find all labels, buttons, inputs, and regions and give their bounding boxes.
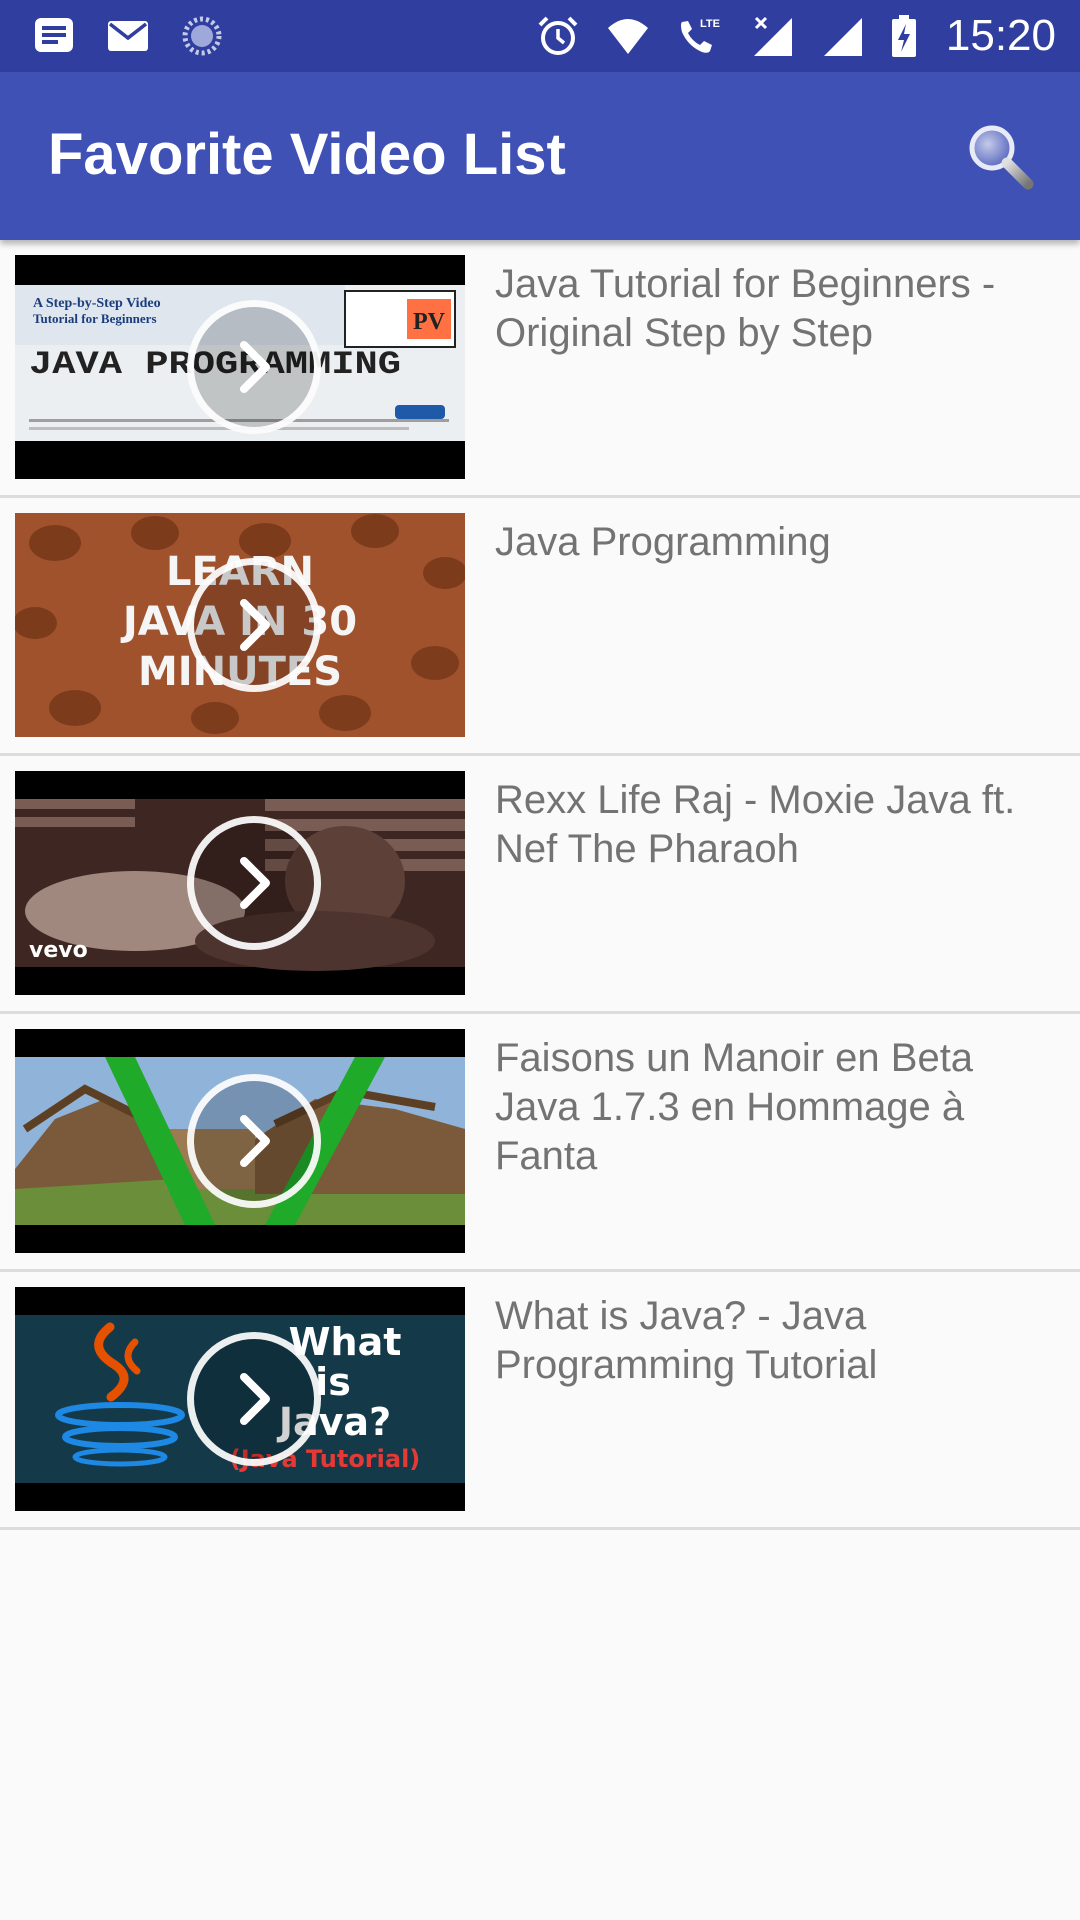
chevron-right-icon	[240, 341, 270, 393]
video-list-item[interactable]: What is Java? (Java Tutorial) What is Ja…	[0, 1272, 1080, 1530]
search-button[interactable]	[960, 116, 1040, 196]
video-list-item[interactable]: LEARN JAVA IN 30 MINUTES Java Programmin…	[0, 498, 1080, 756]
video-title[interactable]: Java Programming	[495, 518, 1055, 567]
play-button[interactable]	[187, 1074, 321, 1208]
status-time: 15:20	[945, 11, 1056, 60]
video-title[interactable]: Faisons un Manoir en Beta Java 1.7.3 en …	[495, 1034, 1055, 1181]
alarm-icon	[538, 16, 578, 55]
chevron-right-icon	[240, 599, 270, 651]
page-title: Favorite Video List	[48, 122, 566, 187]
wifi-icon	[607, 19, 648, 54]
search-icon	[969, 125, 1034, 190]
notification-list-icon	[35, 18, 73, 52]
video-list-item[interactable]: vevo Rexx Life Raj - Moxie Java ft. Nef …	[0, 756, 1080, 1014]
signal-icon	[823, 18, 862, 56]
status-bar: LTE 15:20	[0, 0, 1080, 72]
signal-x-icon	[753, 16, 792, 56]
play-button[interactable]	[187, 816, 321, 950]
video-thumbnail[interactable]: A Step-by-Step Video Tutorial for Beginn…	[15, 255, 465, 479]
chevron-right-icon	[240, 1115, 270, 1167]
video-title[interactable]: What is Java? - Java Programming Tutoria…	[495, 1292, 1055, 1390]
thumb-1-line2: Tutorial for Beginners	[33, 311, 157, 326]
video-thumbnail[interactable]: vevo	[15, 771, 465, 995]
lte-call-icon: LTE	[680, 18, 720, 53]
video-thumbnail[interactable]: LEARN JAVA IN 30 MINUTES	[15, 513, 465, 737]
sync-icon	[182, 16, 222, 56]
app-bar: Favorite Video List	[0, 72, 1080, 240]
thumb-1-line1: A Step-by-Step Video	[33, 296, 161, 311]
video-list-item[interactable]: A Step-by-Step Video Tutorial for Beginn…	[0, 240, 1080, 498]
video-thumbnail[interactable]	[15, 1029, 465, 1253]
play-button[interactable]	[187, 300, 321, 434]
video-list-item[interactable]: Faisons un Manoir en Beta Java 1.7.3 en …	[0, 1014, 1080, 1272]
thumb-1-badge: PV	[413, 309, 446, 335]
thumb-3-watermark: vevo	[29, 938, 88, 963]
video-title[interactable]: Rexx Life Raj - Moxie Java ft. Nef The P…	[495, 776, 1055, 874]
chevron-right-icon	[240, 857, 270, 909]
video-list: A Step-by-Step Video Tutorial for Beginn…	[0, 240, 1080, 1530]
play-button[interactable]	[187, 1332, 321, 1466]
lte-label: LTE	[700, 18, 720, 30]
play-button[interactable]	[187, 558, 321, 692]
battery-charging-icon	[891, 15, 916, 57]
mail-icon	[108, 21, 148, 51]
chevron-right-icon	[240, 1373, 270, 1425]
video-thumbnail[interactable]: What is Java? (Java Tutorial)	[15, 1287, 465, 1511]
video-title[interactable]: Java Tutorial for Beginners - Original S…	[495, 260, 1055, 358]
